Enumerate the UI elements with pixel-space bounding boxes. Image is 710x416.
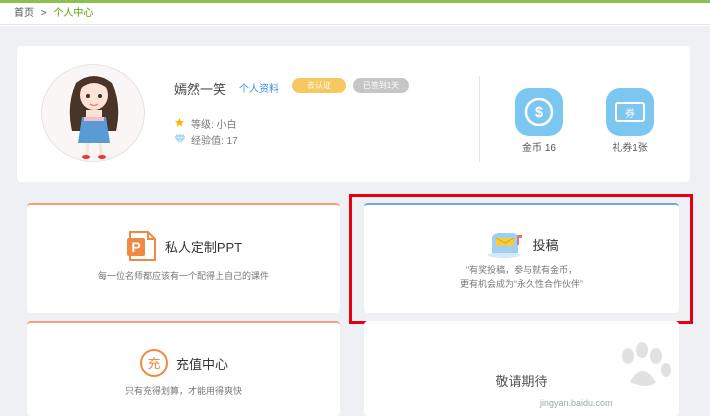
breadcrumb-current: 个人中心 [53,8,94,19]
star-icon [174,117,186,131]
dollar-coin-icon: $ [515,88,563,136]
submit-article-tile[interactable]: 投稿 "有奖投稿，参与就有金币， 更有机会成为“永久性合作伙伴” [364,203,679,313]
recharge-center-tile[interactable]: 充 充值中心 只有充得划算，才能用得爽快 [27,321,340,416]
coupon-icon-text: 券 [625,107,635,120]
private-ppt-title: 私人定制PPT [164,239,243,255]
breadcrumb-home-link[interactable]: 首页 [14,8,34,19]
recharge-center-title: 充值中心 [175,356,228,372]
coins-stat[interactable]: $ 金币 16 [507,88,571,154]
verify-badge-button[interactable]: 去认证 [292,78,346,93]
profile-info-link[interactable]: 个人资料 [239,80,279,95]
avatar[interactable] [41,64,145,162]
private-ppt-tile[interactable]: P 私人定制PPT 每一位名师都应该有一个配得上自己的课件 [27,203,340,313]
divider [479,76,480,162]
recharge-icon-text: 充 [147,356,160,372]
private-ppt-desc: 每一位名师都应该有一个配得上自己的课件 [97,271,269,281]
coupon-icon: 券 [606,88,654,136]
recharge-center-desc: 只有充得划算，才能用得爽快 [124,386,242,396]
recharge-icon: 充 [139,348,169,378]
submit-article-desc-line1: "有奖投稿，参与就有金币， [465,265,578,275]
coupons-label: 礼券1张 [612,143,648,154]
exp-label: 经验值: 17 [191,136,238,147]
level-label: 等级: 小白 [191,120,237,131]
diamond-icon [174,134,186,147]
signed-in-badge: 已签到1天 [353,78,409,93]
coins-label: 金币 16 [522,143,556,154]
ppt-icon-text: P [131,239,140,255]
profile-card: 嫣然一笑 个人资料 去认证 已签到1天 等级: 小白 经验值: 17 $ 金币 … [17,46,690,182]
breadcrumb-separator: > [40,8,47,19]
username: 嫣然一笑 [174,82,227,97]
submit-article-title: 投稿 [532,237,559,253]
submit-article-desc-line2: 更有机会成为“永久性合作伙伴” [460,279,583,289]
watermark-url: jingyan.baidu.com [540,398,613,408]
level-row: 等级: 小白 [174,116,237,131]
ppt-file-icon: P [125,229,159,263]
exp-row: 经验值: 17 [174,132,238,147]
coupons-stat[interactable]: 券 礼券1张 [598,88,662,154]
mailbox-icon [484,229,524,259]
svg-text:$: $ [535,104,544,121]
breadcrumb: 首页 > 个人中心 [0,3,710,25]
